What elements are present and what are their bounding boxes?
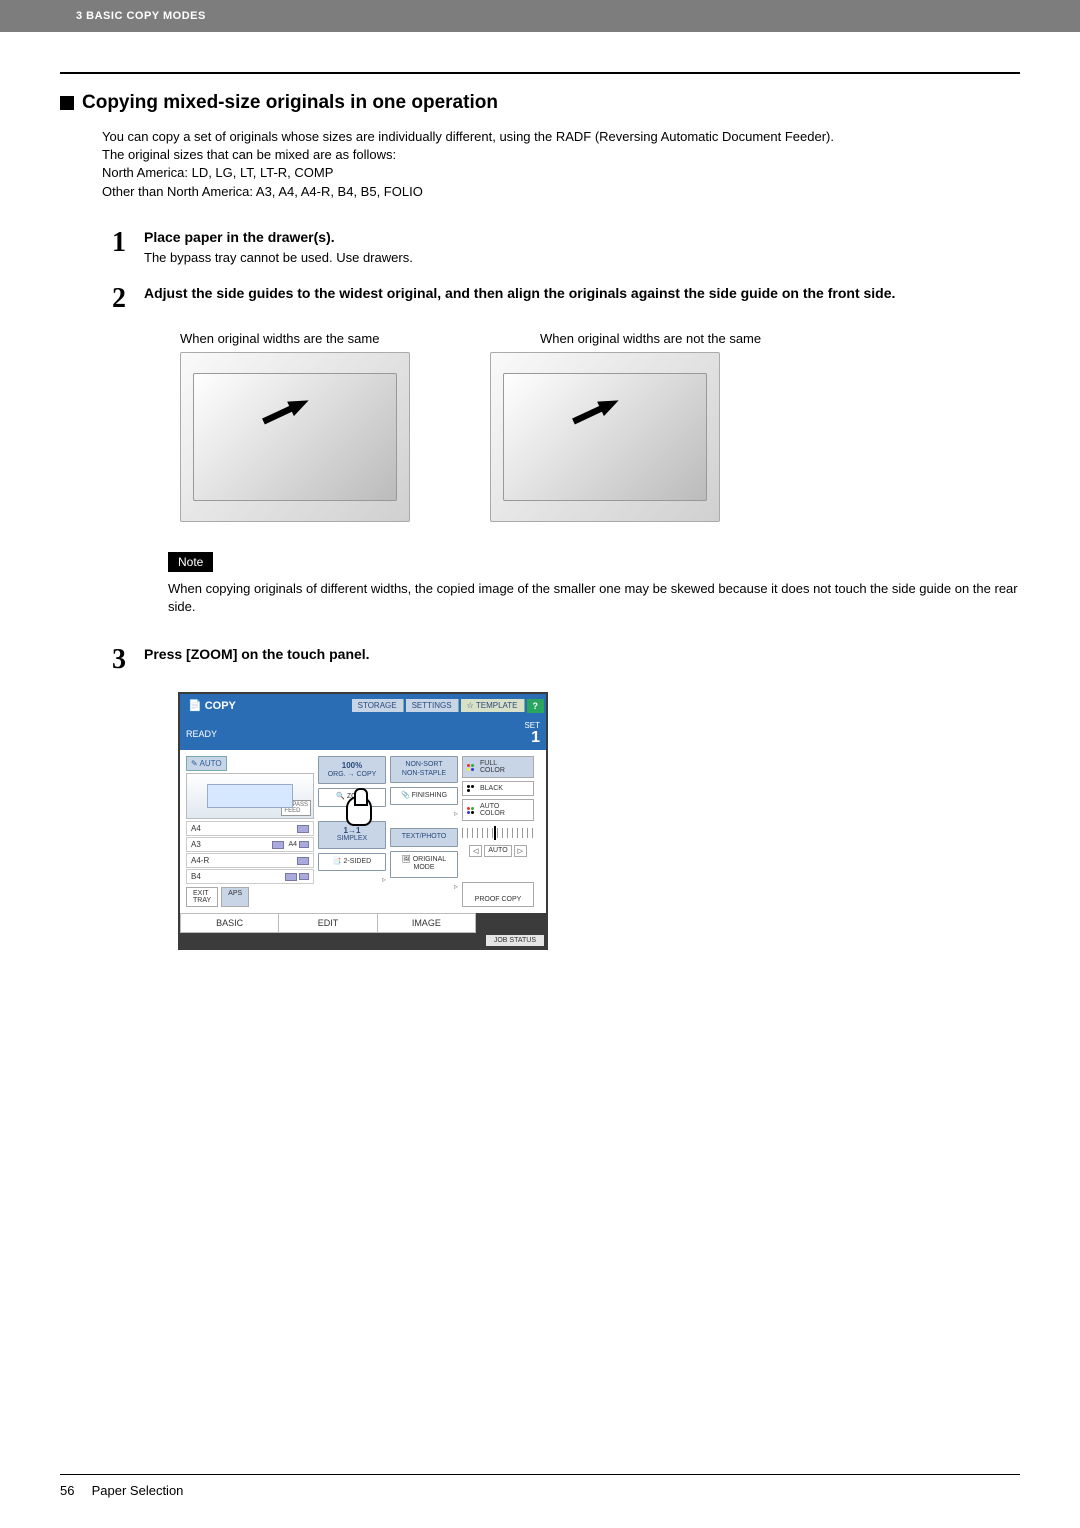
touch-panel-screenshot: 📄 COPY STORAGE SETTINGS ☆ TEMPLATE ? REA…	[178, 692, 1020, 950]
tray-row[interactable]: A3A4	[186, 837, 314, 852]
illustration-row	[180, 352, 1020, 522]
section-heading: Copying mixed-size originals in one oper…	[60, 92, 1020, 114]
step-number: 1	[112, 229, 144, 267]
note-badge: Note	[168, 552, 213, 572]
panel-footer: JOB STATUS	[180, 933, 546, 948]
zoom-display: 100% ORG. → COPY	[318, 756, 386, 784]
footer-divider	[60, 1474, 1020, 1475]
header-breadcrumb: 3 BASIC COPY MODES	[0, 0, 1080, 32]
exit-tray-button[interactable]: EXIT TRAY	[186, 887, 218, 907]
image-tab[interactable]: IMAGE	[378, 913, 476, 933]
intro-line: North America: LD, LG, LT, LT-R, COMP	[102, 164, 1020, 182]
intro-block: You can copy a set of originals whose si…	[102, 128, 1020, 201]
panel-main: ✎ AUTO BYPASS FEED A4 A3A4 A4-R B4 EXI	[180, 750, 546, 913]
density-slider[interactable]	[462, 828, 534, 838]
tray-icon	[297, 857, 309, 865]
black-button[interactable]: BLACK	[462, 781, 534, 796]
page-footer: 56 Paper Selection	[60, 1474, 1020, 1498]
intro-line: Other than North America: A3, A4, A4-R, …	[102, 183, 1020, 201]
step-text: The bypass tray cannot be used. Use draw…	[144, 249, 1020, 267]
auto-paper-button[interactable]: ✎ AUTO	[186, 756, 227, 771]
aps-button[interactable]: APS	[221, 887, 249, 907]
proof-copy-button[interactable]: PROOF COPY	[462, 882, 534, 907]
expand-icon[interactable]: ▹	[390, 809, 458, 818]
step-1: 1 Place paper in the drawer(s). The bypa…	[112, 229, 1020, 267]
footer-title: Paper Selection	[92, 1483, 184, 1498]
intro-line: You can copy a set of originals whose si…	[102, 128, 1020, 146]
printer-illustration-same-width	[180, 352, 410, 522]
density-up-button[interactable]: ▷	[514, 845, 527, 857]
two-sided-button[interactable]: 📑 2-SIDED	[318, 853, 386, 871]
top-divider	[60, 72, 1020, 74]
step-3: 3 Press [ZOOM] on the touch panel.	[112, 646, 1020, 674]
job-status-button[interactable]: JOB STATUS	[486, 935, 544, 946]
panel-status-bar: READY SET 1	[180, 717, 546, 750]
finger-pointer-icon	[346, 796, 372, 826]
storage-tab[interactable]: STORAGE	[352, 699, 404, 712]
auto-color-button[interactable]: AUTO COLOR	[462, 799, 534, 821]
expand-icon[interactable]: ▹	[390, 882, 458, 891]
intro-line: The original sizes that can be mixed are…	[102, 146, 1020, 164]
expand-icon[interactable]: ▹	[318, 875, 386, 884]
template-tab[interactable]: ☆ TEMPLATE	[461, 699, 525, 712]
device-preview: BYPASS FEED	[186, 773, 314, 819]
step-heading: Place paper in the drawer(s).	[144, 229, 1020, 245]
tray-row[interactable]: A4-R	[186, 853, 314, 868]
full-color-button[interactable]: FULL COLOR	[462, 756, 534, 778]
tray-list: A4 A3A4 A4-R B4	[186, 821, 314, 884]
color-dots-icon	[467, 764, 477, 771]
tray-icon	[272, 841, 284, 849]
color-dots-icon	[467, 807, 477, 814]
sort-display: NON-SORT NON-STAPLE	[390, 756, 458, 783]
note-text: When copying originals of different widt…	[168, 580, 1020, 616]
settings-tab[interactable]: SETTINGS	[406, 699, 459, 712]
density-down-button[interactable]: ◁	[469, 845, 482, 857]
caption-left: When original widths are the same	[180, 331, 540, 346]
textphoto-display: TEXT/PHOTO	[390, 828, 458, 846]
panel-top-bar: 📄 COPY STORAGE SETTINGS ☆ TEMPLATE ?	[180, 694, 546, 717]
illustration-captions: When original widths are the same When o…	[180, 331, 1020, 346]
panel-bottom-tabs: BASIC EDIT IMAGE	[180, 913, 546, 933]
step-heading: Press [ZOOM] on the touch panel.	[144, 646, 1020, 662]
set-count: 1	[524, 730, 540, 746]
step-heading: Adjust the side guides to the widest ori…	[144, 285, 1020, 301]
caption-right: When original widths are not the same	[540, 331, 761, 346]
status-ready: READY	[186, 729, 217, 739]
copy-icon: 📄	[188, 699, 202, 712]
basic-tab[interactable]: BASIC	[180, 913, 279, 933]
help-button[interactable]: ?	[527, 699, 545, 713]
step-2: 2 Adjust the side guides to the widest o…	[112, 285, 1020, 313]
tray-icon	[299, 873, 309, 880]
copy-mode-label: 📄 COPY	[182, 696, 242, 715]
square-bullet-icon	[60, 96, 74, 110]
step-number: 2	[112, 285, 144, 313]
tray-icon	[299, 841, 309, 848]
step-number: 3	[112, 646, 144, 674]
tray-row[interactable]: B4	[186, 869, 314, 884]
tray-icon	[285, 873, 297, 881]
finishing-button[interactable]: 📎 FINISHING	[390, 787, 458, 805]
bypass-feed-button[interactable]: BYPASS FEED	[281, 800, 311, 816]
tray-row[interactable]: A4	[186, 821, 314, 836]
original-mode-button[interactable]: 🖼 ORIGINAL MODE	[390, 851, 458, 878]
density-auto-button[interactable]: AUTO	[484, 845, 511, 857]
edit-tab[interactable]: EDIT	[279, 913, 377, 933]
printer-illustration-diff-width	[490, 352, 720, 522]
tray-icon	[297, 825, 309, 833]
section-heading-text: Copying mixed-size originals in one oper…	[82, 92, 498, 114]
page-number: 56	[60, 1483, 88, 1498]
black-dots-icon	[467, 785, 477, 792]
